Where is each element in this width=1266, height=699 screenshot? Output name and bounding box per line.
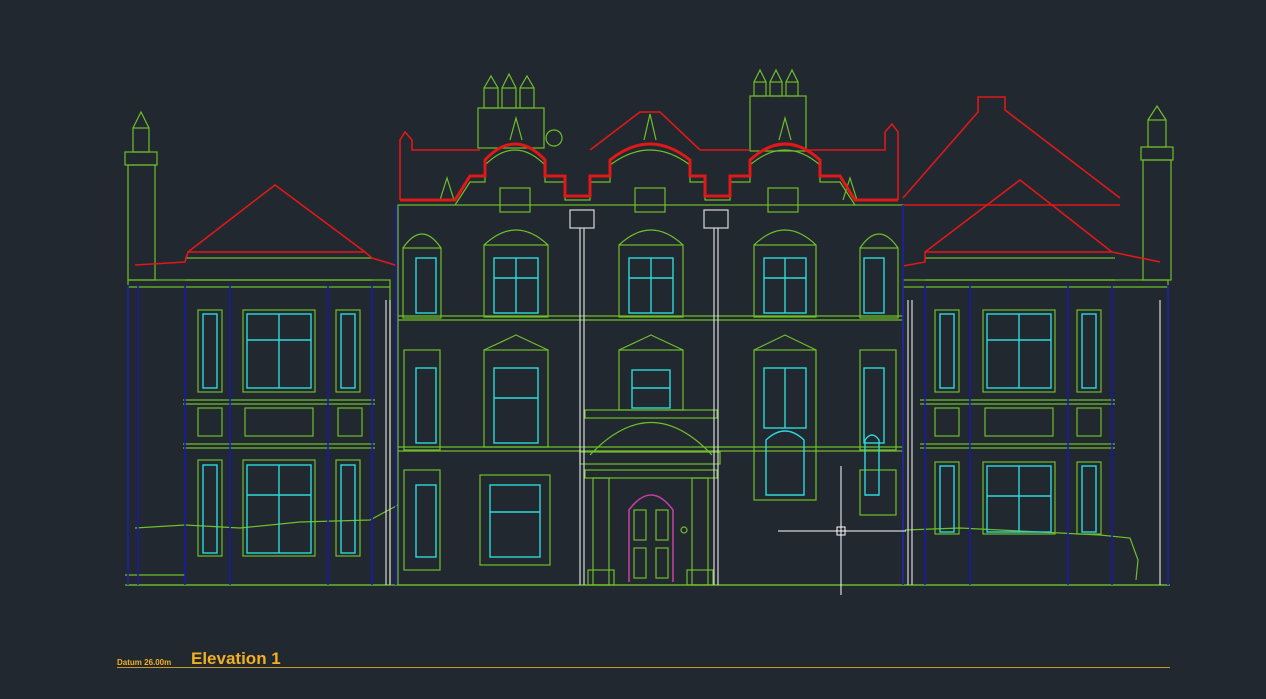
entrance-door: [628, 494, 674, 582]
elevation-drawing[interactable]: [0, 0, 1266, 699]
column-lines: [127, 205, 1169, 585]
facade-outline: [124, 68, 1174, 586]
glazing: [202, 257, 1097, 558]
title-underline: [117, 667, 1170, 668]
elevation-title: Elevation 1: [191, 649, 281, 668]
crosshair-cursor-icon: [778, 466, 906, 595]
cad-model-space[interactable]: Datum 26.00m Elevation 1: [0, 0, 1266, 699]
datum-label: Datum 26.00m: [117, 658, 172, 667]
door-panels: [633, 509, 688, 579]
